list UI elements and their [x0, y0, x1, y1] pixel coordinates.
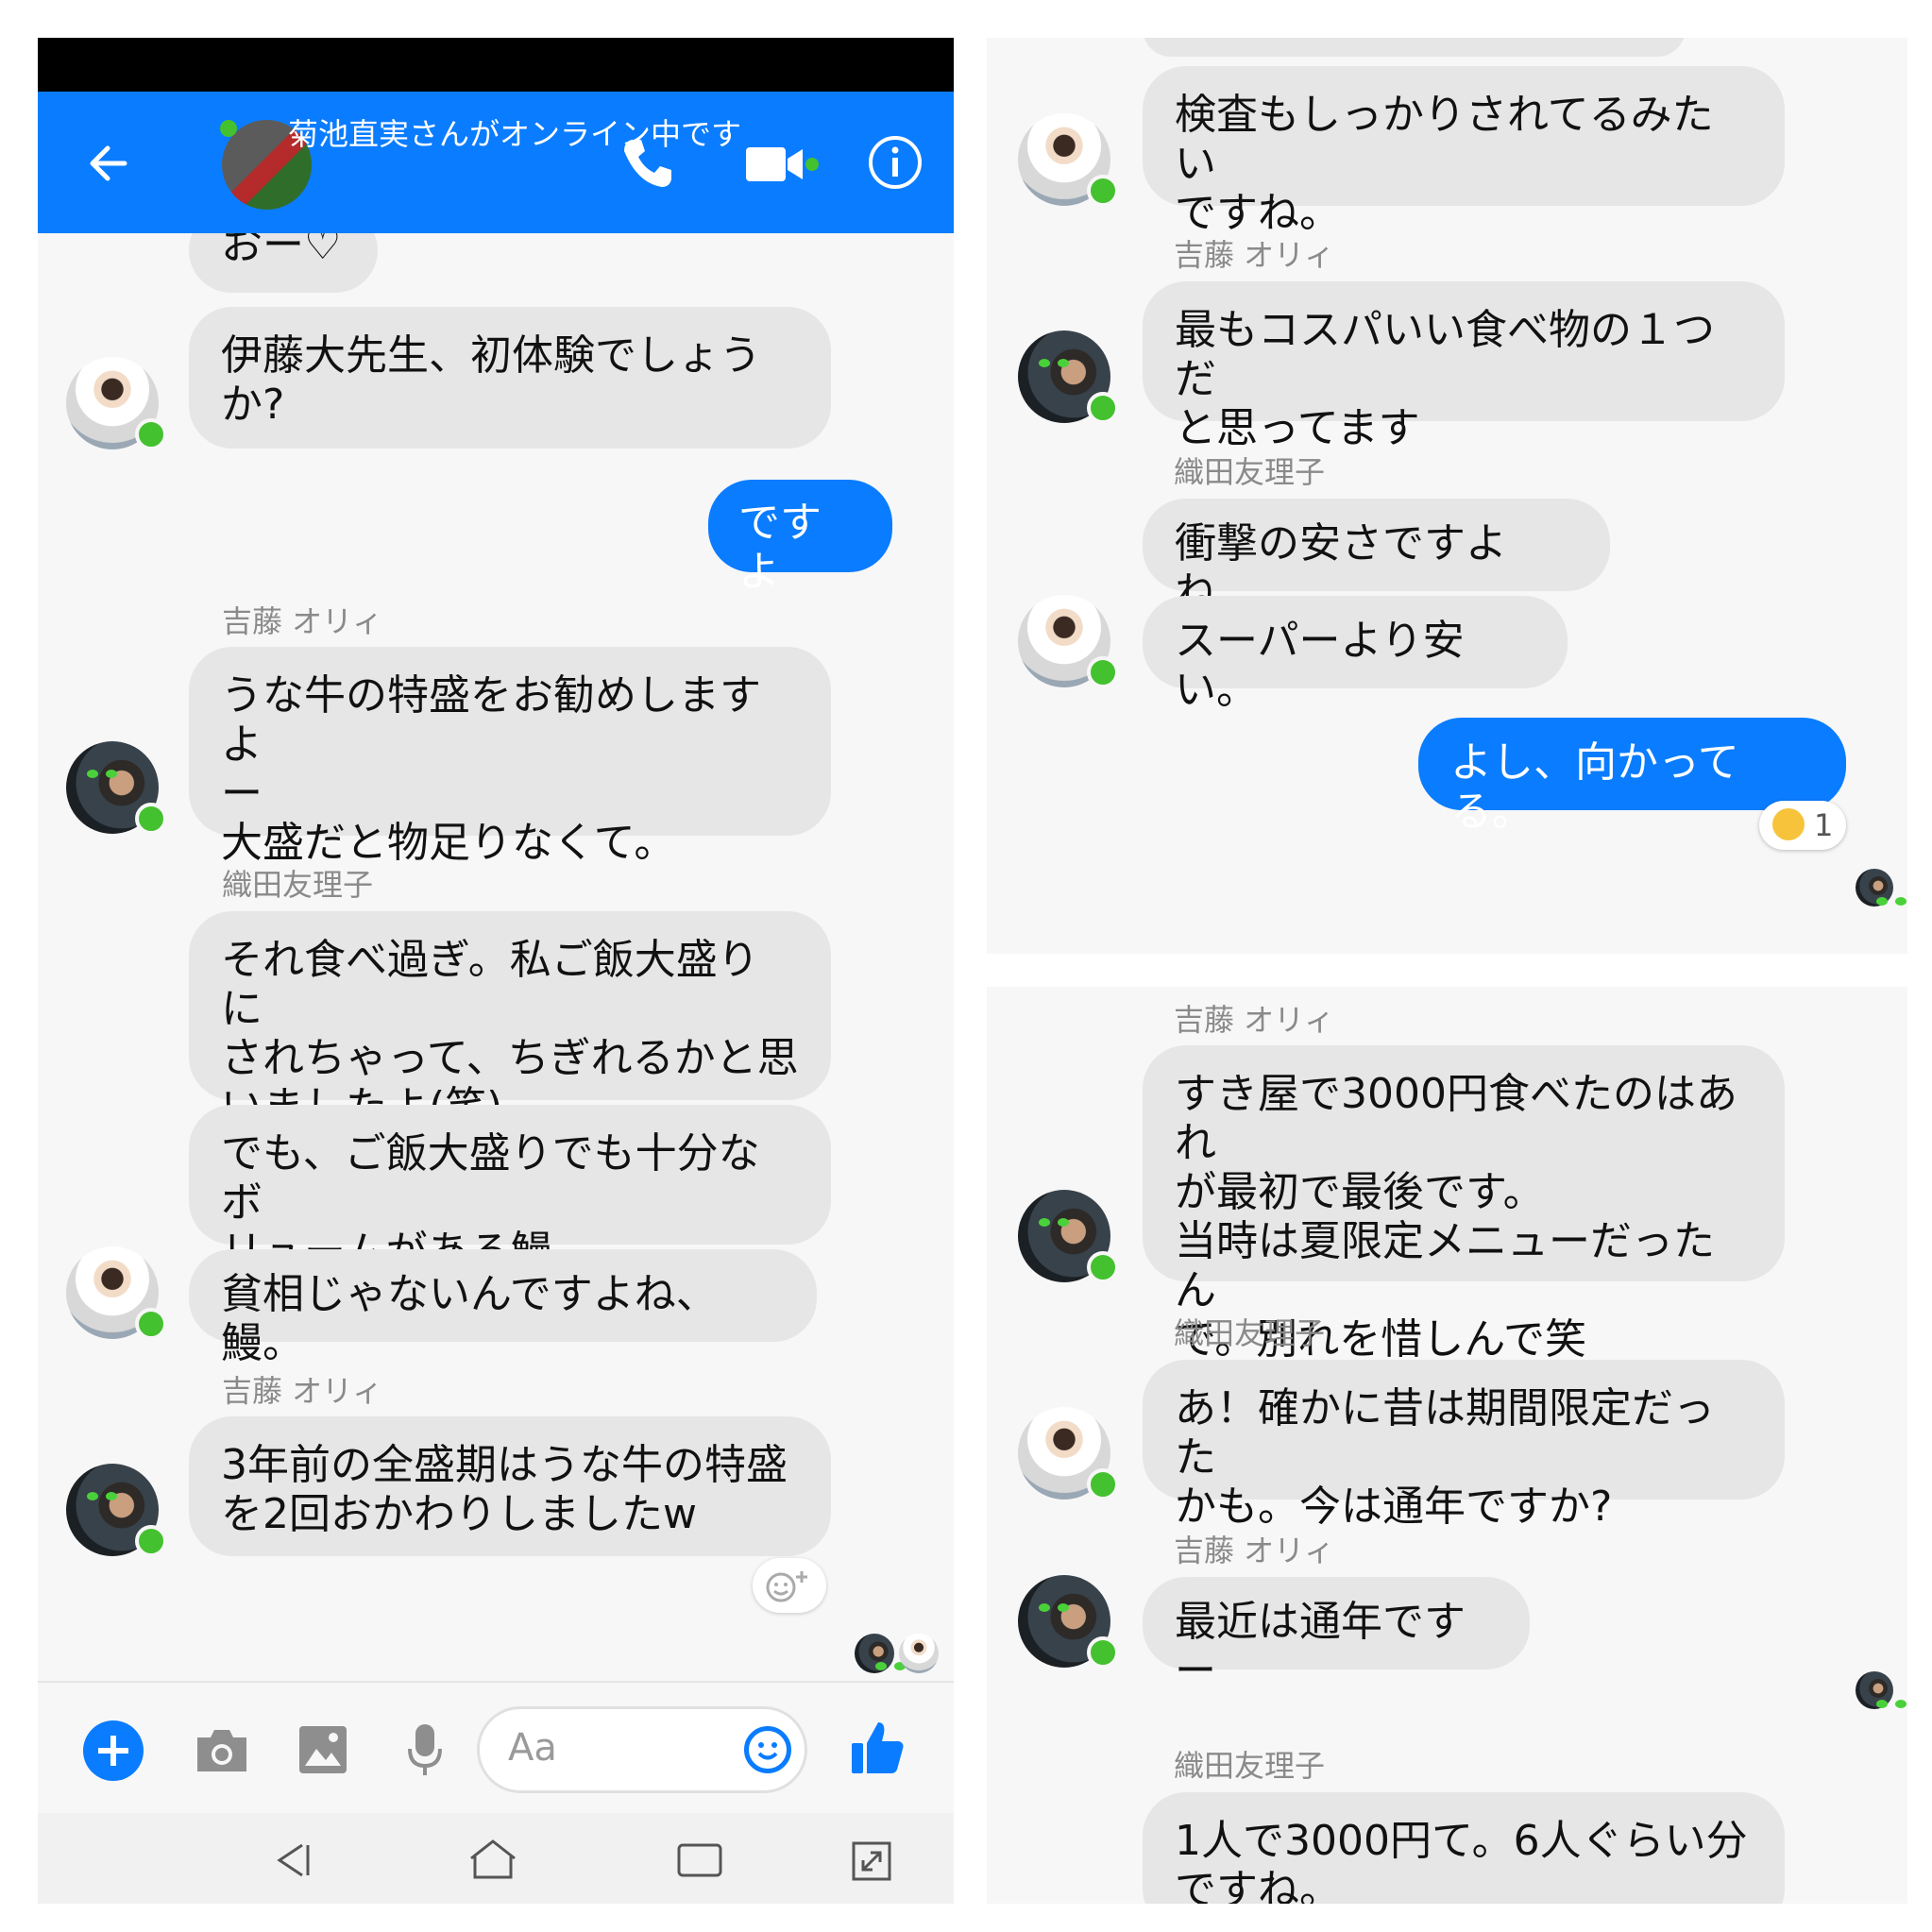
- composer-bar: Aa: [38, 1681, 954, 1815]
- left-chat-screen: おー♡ 伊藤大先生、初体験でしょう か? ですよ 吉藤 オリィ うな牛の特盛をお…: [38, 38, 954, 1904]
- message-input-placeholder: Aa: [508, 1726, 557, 1770]
- status-bar: [38, 38, 954, 92]
- online-indicator: [1087, 175, 1119, 207]
- nav-home-icon[interactable]: [467, 1838, 518, 1881]
- nav-recents-icon[interactable]: [675, 1841, 724, 1879]
- message-bubble[interactable]: 1人で3000円て。6人ぐらい分 ですね。: [1143, 1792, 1785, 1904]
- message-bubble[interactable]: うな牛の特盛をお勧めしますよ ー 大盛だと物足りなくて。: [189, 647, 831, 867]
- online-indicator: [1087, 1468, 1119, 1500]
- seen-avatar: [1856, 869, 1893, 907]
- message-bubble[interactable]: 検査もしっかりされてるみたい ですね。: [1143, 66, 1785, 237]
- message-bubble[interactable]: 3年前の全盛期はうな牛の特盛 を2回おかわりしましたw: [189, 1416, 831, 1556]
- camera-icon[interactable]: [194, 1726, 250, 1775]
- online-indicator: [135, 418, 167, 450]
- message-bubble[interactable]: 最もコスパいい食べ物の１つだ と思ってます: [1143, 281, 1785, 452]
- sender-name: 吉藤 オリィ: [1174, 237, 1335, 273]
- plus-icon[interactable]: [83, 1720, 144, 1781]
- online-indicator: [1087, 392, 1119, 424]
- online-indicator: [135, 1525, 167, 1557]
- sender-name: 織田友理子: [1174, 454, 1326, 490]
- seen-avatar: [1856, 1671, 1893, 1709]
- back-arrow-icon[interactable]: [83, 139, 132, 188]
- sender-name: 吉藤 オリィ: [1174, 1533, 1335, 1568]
- rotate-icon[interactable]: [850, 1839, 893, 1883]
- online-indicator: [135, 803, 167, 835]
- sender-name: 吉藤 オリィ: [222, 603, 383, 639]
- image-icon[interactable]: [297, 1724, 348, 1775]
- sender-name: 吉藤 オリィ: [222, 1373, 383, 1409]
- chat-header: 菊池直実さんがオンライン中です: [38, 92, 954, 233]
- message-bubble[interactable]: でも、ご飯大盛りでも十分なボ リュームがある鰻。: [189, 1105, 831, 1276]
- online-indicator: [1087, 1636, 1119, 1669]
- message-bubble[interactable]: それ食べ過ぎ。私ご飯大盛りに されちゃって、ちぎれるかと思 いましたよ(笑): [189, 911, 831, 1131]
- sender-name: 織田友理子: [1174, 1315, 1326, 1351]
- message-bubble-own[interactable]: ですよ: [708, 480, 892, 596]
- add-reaction-icon: [766, 1571, 807, 1602]
- sender-name: 織田友理子: [222, 867, 374, 903]
- message-bubble[interactable]: 伊藤大先生、初体験でしょう か?: [189, 307, 831, 449]
- message-bubble[interactable]: 貧相じゃないんですよね、鰻。: [189, 1249, 817, 1367]
- message-bubble-own[interactable]: よし、向かってる。: [1418, 718, 1846, 836]
- reaction-count: 1: [1814, 807, 1834, 843]
- online-indicator: [135, 1308, 167, 1340]
- sender-name: 織田友理子: [1174, 1748, 1326, 1784]
- nav-back-icon[interactable]: [272, 1839, 314, 1881]
- video-camera-icon[interactable]: [744, 144, 820, 186]
- online-indicator: [1087, 656, 1119, 688]
- message-bubble[interactable]: [1143, 38, 1686, 57]
- right-top-chat-screen: 検査もしっかりされてるみたい ですね。 吉藤 オリィ 最もコスパいい食べ物の１つ…: [987, 38, 1907, 954]
- phone-icon[interactable]: [619, 134, 675, 191]
- message-input[interactable]: Aa: [477, 1706, 807, 1793]
- message-bubble[interactable]: 最近は通年ですー: [1143, 1577, 1530, 1695]
- online-indicator: [1087, 1251, 1119, 1283]
- reaction-badge[interactable]: 1: [1759, 801, 1847, 850]
- seen-avatar: [899, 1634, 939, 1673]
- message-bubble[interactable]: 衝撃の安さですよね。: [1143, 499, 1610, 617]
- microphone-icon[interactable]: [406, 1722, 444, 1779]
- sender-name: 吉藤 オリィ: [1174, 1002, 1335, 1038]
- message-bubble[interactable]: スーパーより安い。: [1143, 596, 1568, 714]
- message-bubble[interactable]: すき屋で3000円食べたのはあれ が最初で最後です。 当時は夏限定メニューだった…: [1143, 1045, 1785, 1364]
- thumbs-up-icon[interactable]: [850, 1719, 907, 1777]
- emoji-icon[interactable]: [744, 1726, 791, 1773]
- system-nav-bar: [38, 1813, 954, 1904]
- add-reaction-button[interactable]: [753, 1558, 826, 1613]
- seen-avatar: [855, 1634, 894, 1673]
- right-bottom-chat-screen: 吉藤 オリィ すき屋で3000円食べたのはあれ が最初で最後です。 当時は夏限定…: [987, 987, 1907, 1904]
- laughing-emoji-icon: [1772, 808, 1805, 840]
- info-icon[interactable]: [867, 134, 924, 191]
- message-bubble[interactable]: あ！確かに昔は期間限定だった かも。今は通年ですか?: [1143, 1360, 1785, 1531]
